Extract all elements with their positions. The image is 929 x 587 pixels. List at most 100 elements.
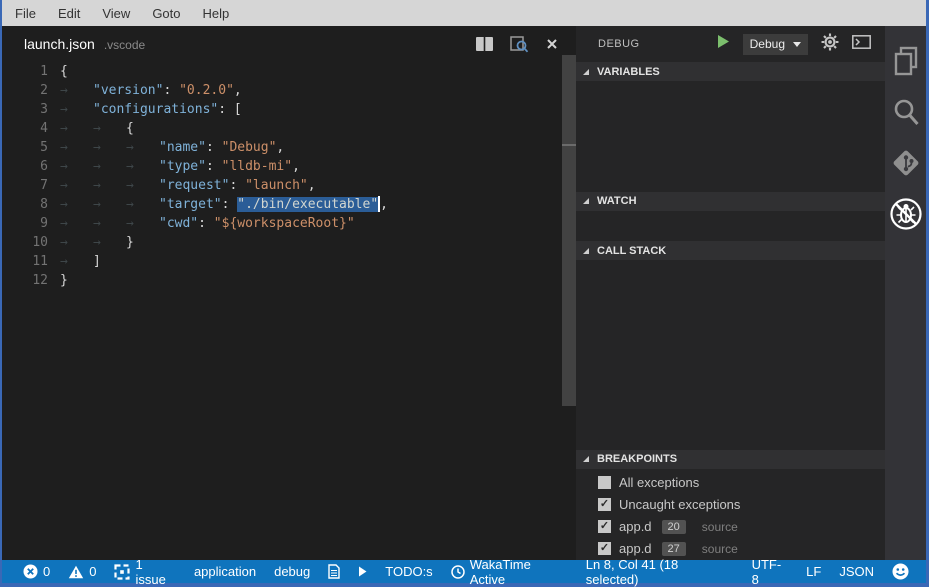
wakatime[interactable]: WakaTime Active — [442, 560, 577, 583]
json-punctuation: { — [60, 64, 68, 79]
debug-config-dropdown[interactable]: Debug — [743, 34, 808, 55]
code-line[interactable]: 7→→→"request": "launch", — [2, 176, 576, 195]
breakpoint-checkbox[interactable]: ✓ — [598, 520, 611, 533]
breakpoint-checkbox[interactable]: ✓ — [598, 498, 611, 511]
warning-count[interactable]: 0 — [59, 560, 105, 583]
code-editor[interactable]: 1{2→"version": "0.2.0",3→"configurations… — [2, 62, 576, 290]
section-header-watch[interactable]: WATCH — [576, 192, 885, 211]
tab-launch-json[interactable]: launch.json .vscode — [24, 36, 145, 52]
cursor-position[interactable]: Ln 8, Col 41 (18 selected) — [577, 560, 743, 583]
line-content: →→→"type": "lldb-mi", — [60, 157, 300, 176]
tab-whitespace-icon: → — [126, 195, 159, 214]
json-string: "lldb-mi" — [222, 159, 292, 174]
line-content: →→→"cwd": "${workspaceRoot}" — [60, 214, 355, 233]
json-punctuation: , — [308, 178, 316, 193]
code-line[interactable]: 2→"version": "0.2.0", — [2, 81, 576, 100]
variables-content[interactable] — [576, 81, 885, 192]
tab-whitespace-icon: → — [60, 119, 93, 138]
code-line[interactable]: 8→→→"target": "./bin/executable", — [2, 195, 576, 214]
split-editor-icon[interactable] — [476, 37, 493, 51]
issues-label: 1 issue — [135, 557, 175, 587]
build-config-application[interactable]: application — [185, 560, 265, 583]
menu-view[interactable]: View — [91, 6, 141, 21]
line-content: →"version": "0.2.0", — [60, 81, 242, 100]
code-line[interactable]: 5→→→"name": "Debug", — [2, 138, 576, 157]
breakpoint-row[interactable]: All exceptions — [576, 472, 885, 494]
activity-explorer[interactable] — [885, 38, 926, 89]
json-punctuation: } — [60, 273, 68, 288]
issues[interactable]: 1 issue — [105, 560, 184, 583]
build-config-debug[interactable]: debug — [265, 560, 319, 583]
run-task[interactable] — [349, 560, 376, 583]
json-punctuation: : — [222, 197, 238, 212]
language-mode[interactable]: JSON — [830, 560, 883, 583]
status-bar: 0 0 1 issueapplicationdebug TODO:sWakaTime … — [2, 560, 926, 583]
editor-scrollbar[interactable] — [562, 55, 576, 406]
json-key: "configurations" — [93, 102, 218, 117]
error-count[interactable]: 0 — [14, 560, 59, 583]
section-header-call-stack[interactable]: CALL STACK — [576, 241, 885, 260]
section-expand-icon — [583, 69, 589, 75]
json-punctuation: , — [292, 159, 300, 174]
json-punctuation: : — [206, 159, 222, 174]
breakpoints-content[interactable]: All exceptions✓Uncaught exceptions✓app.d… — [576, 469, 885, 560]
activity-debug[interactable] — [885, 191, 926, 242]
debug-toolbar: Debug — [717, 33, 871, 56]
menu-edit[interactable]: Edit — [47, 6, 91, 21]
code-line[interactable]: 9→→→"cwd": "${workspaceRoot}" — [2, 214, 576, 233]
section-expand-icon — [583, 248, 589, 254]
workbench: launch.json .vscode 1{2→"version": "0.2.… — [2, 26, 926, 560]
todos[interactable]: TODO:s — [376, 560, 441, 583]
line-content: →→{ — [60, 119, 134, 138]
activity-source-control[interactable] — [885, 140, 926, 191]
code-line[interactable]: 11→] — [2, 252, 576, 271]
line-number: 1 — [2, 62, 48, 81]
activity-search[interactable] — [885, 89, 926, 140]
issues-icon — [114, 564, 130, 580]
warning-count-label: 0 — [89, 564, 96, 579]
json-punctuation: : [ — [218, 102, 241, 117]
breakpoint-row[interactable]: ✓app.d20source — [576, 516, 885, 538]
section-header-breakpoints[interactable]: BREAKPOINTS — [576, 450, 885, 469]
call-stack-content[interactable] — [576, 260, 885, 450]
chevron-down-icon — [793, 42, 801, 47]
error-icon — [23, 564, 38, 579]
encoding[interactable]: UTF-8 — [743, 560, 798, 583]
feedback[interactable] — [883, 560, 918, 583]
files-icon — [892, 46, 920, 81]
debug-console-icon[interactable] — [852, 35, 871, 54]
menu-help[interactable]: Help — [192, 6, 241, 21]
gear-icon[interactable] — [821, 33, 839, 56]
breakpoint-checkbox[interactable]: ✓ — [598, 542, 611, 555]
code-line[interactable]: 6→→→"type": "lldb-mi", — [2, 157, 576, 176]
breakpoint-row[interactable]: ✓Uncaught exceptions — [576, 494, 885, 516]
menu-goto[interactable]: Goto — [141, 6, 191, 21]
close-icon[interactable] — [546, 38, 558, 50]
json-punctuation: { — [126, 121, 134, 136]
file-indicator[interactable] — [319, 560, 349, 583]
code-line[interactable]: 12} — [2, 271, 576, 290]
editor-title-bar: launch.json .vscode — [2, 26, 576, 62]
open-preview-icon[interactable] — [510, 36, 529, 53]
language-mode-label: JSON — [839, 564, 874, 579]
section-header-variables[interactable]: VARIABLES — [576, 62, 885, 81]
tab-whitespace-icon: → — [60, 157, 93, 176]
scrollbar-thumb[interactable] — [562, 55, 576, 406]
eol[interactable]: LF — [797, 560, 830, 583]
code-line[interactable]: 10→→} — [2, 233, 576, 252]
line-number: 11 — [2, 252, 48, 271]
tab-whitespace-icon: → — [126, 214, 159, 233]
start-debug-button[interactable] — [717, 34, 730, 54]
json-key: "request" — [159, 178, 229, 193]
breakpoint-line-badge: 20 — [662, 520, 686, 534]
tab-whitespace-icon: → — [126, 176, 159, 195]
breakpoint-checkbox[interactable] — [598, 476, 611, 489]
code-line[interactable]: 4→→{ — [2, 119, 576, 138]
watch-content[interactable] — [576, 211, 885, 242]
debug-sections: VARIABLESWATCHCALL STACKBREAKPOINTSAll e… — [576, 62, 885, 560]
menu-file[interactable]: File — [4, 6, 47, 21]
debug-panel-header: DEBUG Debug — [576, 26, 885, 62]
scrollbar-divider — [562, 144, 576, 146]
code-line[interactable]: 3→"configurations": [ — [2, 100, 576, 119]
code-line[interactable]: 1{ — [2, 62, 576, 81]
